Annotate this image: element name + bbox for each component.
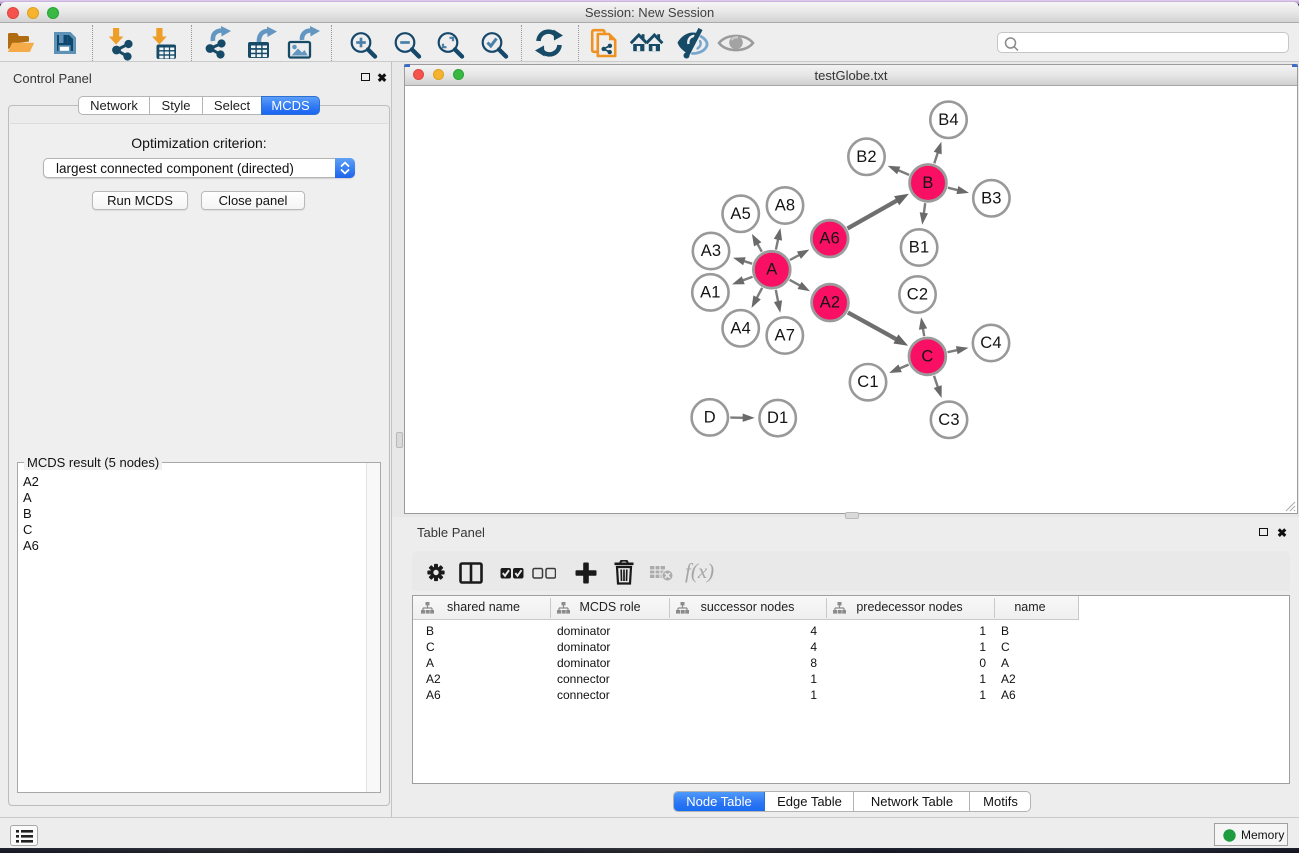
svg-text:A2: A2: [820, 294, 841, 312]
svg-text:A5: A5: [730, 205, 751, 223]
svg-text:A6: A6: [819, 230, 840, 248]
svg-text:C: C: [921, 347, 933, 365]
svg-text:C1: C1: [857, 373, 879, 391]
svg-text:B4: B4: [938, 111, 959, 129]
svg-text:B: B: [922, 174, 933, 192]
svg-text:B1: B1: [909, 239, 930, 257]
svg-text:B3: B3: [981, 189, 1002, 207]
svg-text:C2: C2: [907, 286, 929, 304]
svg-text:B2: B2: [856, 148, 877, 166]
svg-text:A: A: [766, 261, 777, 279]
svg-text:A7: A7: [775, 327, 796, 345]
svg-text:C3: C3: [938, 411, 960, 429]
svg-text:D: D: [704, 408, 716, 426]
svg-text:C4: C4: [980, 334, 1002, 352]
svg-text:A3: A3: [701, 242, 722, 260]
svg-text:A1: A1: [700, 283, 721, 301]
svg-text:D1: D1: [767, 409, 789, 427]
svg-text:A4: A4: [730, 319, 751, 337]
svg-text:A8: A8: [775, 197, 796, 215]
